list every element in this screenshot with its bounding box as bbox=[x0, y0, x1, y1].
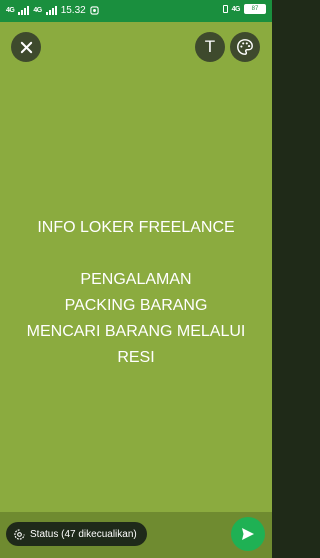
status-line-3: PENGALAMAN bbox=[80, 271, 192, 288]
status-privacy-icon bbox=[14, 528, 25, 540]
signal-2-label: 4G bbox=[33, 7, 42, 14]
status-bar-left: 4G 4G 15.32 bbox=[6, 5, 99, 16]
signal-1-label: 4G bbox=[6, 7, 15, 14]
battery-level: 87 bbox=[251, 6, 259, 12]
close-icon bbox=[20, 41, 32, 53]
status-line-1: INFO LOKER FREELANCE bbox=[37, 219, 235, 236]
signal-2-icon bbox=[45, 6, 57, 15]
clock: 15.32 bbox=[60, 5, 86, 16]
status-line-4: PACKING BARANG bbox=[64, 297, 208, 314]
text-style-button[interactable]: T bbox=[195, 32, 225, 62]
close-button[interactable] bbox=[11, 32, 41, 62]
send-button[interactable] bbox=[231, 517, 265, 551]
background-color-button[interactable] bbox=[230, 32, 260, 62]
send-icon bbox=[242, 528, 254, 540]
status-text-body[interactable]: INFO LOKER FREELANCE PENGALAMAN PACKING … bbox=[10, 215, 262, 371]
status-line-5: MENCARI BARANG MELALUI bbox=[26, 323, 246, 340]
signal-icon bbox=[18, 6, 30, 15]
status-privacy-button[interactable]: Status (47 dikecualikan) bbox=[6, 522, 147, 546]
system-status-bar: 4G 4G 15.32 4G 87 bbox=[0, 0, 272, 22]
text-icon: T bbox=[204, 37, 216, 56]
status-privacy-label: Status (47 dikecualikan) bbox=[30, 528, 137, 540]
status-line-6: RESI bbox=[117, 349, 155, 366]
whatsapp-notification-icon bbox=[90, 6, 99, 15]
status-line-2 bbox=[10, 241, 262, 267]
battery-icon: 87 bbox=[244, 4, 266, 14]
palette-icon bbox=[237, 39, 253, 55]
vibrate-icon bbox=[222, 5, 228, 13]
status-composer-screen: 4G 4G 15.32 4G 87 T INFO LOKER FREELANCE bbox=[0, 0, 272, 558]
lte-label: 4G bbox=[231, 5, 241, 13]
status-bar-right: 4G 87 bbox=[222, 4, 266, 14]
